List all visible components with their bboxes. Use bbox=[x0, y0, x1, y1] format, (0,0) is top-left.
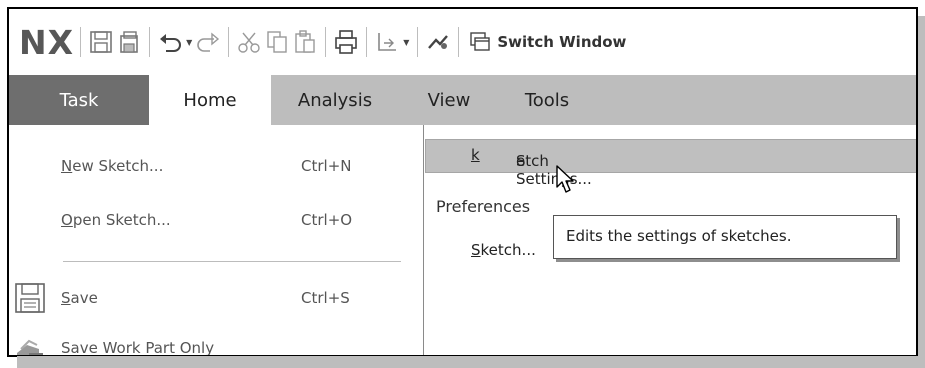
task-menu: New Sketch... Ctrl+N Open Sketch... Ctrl… bbox=[9, 125, 424, 355]
mouse-cursor-icon bbox=[556, 165, 574, 193]
touch-mode-icon[interactable] bbox=[373, 25, 401, 59]
shortcut-label: Ctrl+N bbox=[301, 157, 352, 175]
menu-item-save[interactable]: Save Ctrl+S bbox=[9, 279, 424, 319]
shortcut-label: Ctrl+O bbox=[301, 211, 353, 229]
cut-icon[interactable] bbox=[235, 25, 263, 59]
window-shadow bbox=[17, 356, 925, 368]
switch-window-label: Switch Window bbox=[497, 33, 627, 51]
window-shadow bbox=[918, 16, 925, 368]
print-icon[interactable] bbox=[332, 25, 360, 59]
tooltip-text: Edits the settings of sketches. bbox=[566, 227, 792, 245]
paste-icon[interactable] bbox=[291, 25, 319, 59]
tab-tools[interactable]: Tools bbox=[499, 75, 595, 125]
touch-mode-dropdown-icon[interactable]: ▼ bbox=[403, 38, 409, 47]
undo-icon[interactable] bbox=[156, 25, 184, 59]
tab-home[interactable]: Home bbox=[149, 75, 271, 125]
menu-separator bbox=[63, 261, 401, 262]
copy-icon[interactable] bbox=[263, 25, 291, 59]
menu-item-sketch-preferences[interactable]: Sketch... bbox=[471, 241, 536, 259]
switch-window-button[interactable]: Switch Window bbox=[469, 31, 626, 53]
repeat-command-icon[interactable] bbox=[424, 25, 452, 59]
toolbar-separator bbox=[458, 27, 460, 57]
nx-window: NX ▼ ▼ Switch Window Task Home Analysis … bbox=[7, 7, 918, 357]
tooltip: Edits the settings of sketches. bbox=[553, 215, 897, 259]
undo-dropdown-icon[interactable]: ▼ bbox=[186, 38, 192, 47]
nx-logo: NX bbox=[19, 22, 75, 62]
menu-item-new-sketch[interactable]: New Sketch... Ctrl+N bbox=[9, 147, 424, 187]
toolbar-separator bbox=[325, 27, 327, 57]
switch-window-icon bbox=[470, 32, 491, 51]
menu-item-sketch-settings[interactable]: Sk etch Settings... bbox=[425, 139, 916, 188]
save-all-icon[interactable] bbox=[115, 25, 143, 59]
toolbar-separator bbox=[80, 27, 82, 57]
toolbar-separator bbox=[417, 27, 419, 57]
preferences-heading: Preferences bbox=[436, 197, 531, 216]
tab-task[interactable]: Task bbox=[9, 75, 149, 125]
save-icon[interactable] bbox=[87, 25, 115, 59]
toolbar-separator bbox=[366, 27, 368, 57]
save-work-part-icon bbox=[13, 331, 47, 355]
toolbar-separator bbox=[228, 27, 230, 57]
save-icon bbox=[13, 281, 47, 319]
tab-view[interactable]: View bbox=[399, 75, 499, 125]
quick-access-toolbar: NX ▼ ▼ Switch Window bbox=[9, 9, 916, 75]
menu-item-save-work-part-only[interactable]: Save Work Part Only bbox=[9, 329, 424, 355]
menu-item-open-sketch[interactable]: Open Sketch... Ctrl+O bbox=[9, 201, 424, 241]
toolbar-separator bbox=[149, 27, 151, 57]
ribbon-tabs: Task Home Analysis View Tools bbox=[9, 75, 916, 125]
redo-icon[interactable] bbox=[194, 25, 222, 59]
tab-analysis[interactable]: Analysis bbox=[271, 75, 399, 125]
shortcut-label: Ctrl+S bbox=[301, 289, 350, 307]
